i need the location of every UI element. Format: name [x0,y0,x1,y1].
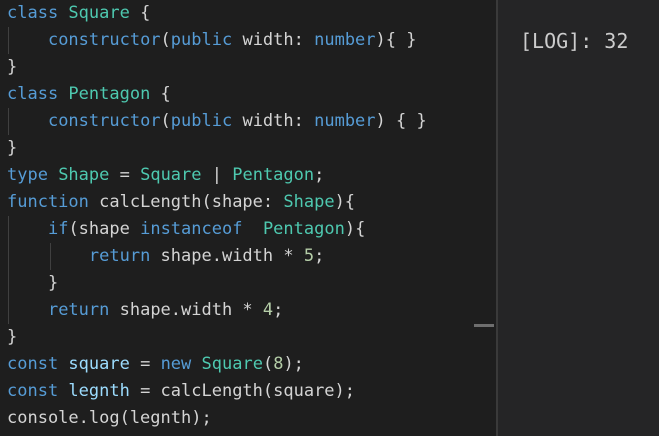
code-line[interactable]: constructor(public width: number){ } [7,27,427,54]
code-token: function [7,192,100,212]
code-token: number [314,30,376,50]
code-token: Shape [58,165,110,185]
code-lines[interactable]: class Square { constructor(public width:… [7,0,427,432]
code-token: instanceof [140,219,243,239]
code-token: legnth [68,381,130,401]
code-token: 8 [273,354,284,374]
code-token: { [129,3,151,23]
code-token: ){ [334,192,356,212]
code-line[interactable]: if(shape instanceof Pentagon){ [7,216,427,243]
code-line[interactable]: } [7,135,427,162]
code-token: } [7,138,18,158]
code-line[interactable]: return shape.width * 4; [7,297,427,324]
code-token: Square [201,354,263,374]
code-token: Pentagon [68,84,151,104]
code-token: ( [262,354,274,374]
code-token: number [314,111,376,131]
code-line[interactable]: } [7,270,427,297]
code-token: ( [160,30,171,50]
code-token: Square [140,165,202,185]
code-token: class [7,84,69,104]
code-token: Shape [283,192,335,212]
code-token: 4 [262,300,274,320]
code-token: constructor [47,30,161,50]
code-token: new [160,354,202,374]
code-line[interactable]: function calcLength(shape: Shape){ [7,189,427,216]
code-line[interactable]: constructor(public width: number) { } [7,108,427,135]
code-token: width: [232,30,315,50]
code-token: shape.width * [150,246,304,266]
code-token: shape.width * [109,300,263,320]
code-token: } [7,273,59,293]
code-token: Pentagon [232,165,315,185]
code-line[interactable]: } [7,54,427,81]
code-token: class [7,3,69,23]
code-token: (shape: [201,192,284,212]
code-token: | [201,165,233,185]
code-line[interactable]: class Pentagon { [7,81,427,108]
code-line[interactable]: class Square { [7,0,427,27]
code-token: public [170,30,233,50]
code-token: ; [314,246,325,266]
code-token: Pentagon [262,219,345,239]
code-token: = [129,354,161,374]
code-token: width: [232,111,315,131]
code-token: } [7,57,18,77]
code-editor[interactable]: class Square { constructor(public width:… [0,0,496,436]
code-token: if [47,219,69,239]
code-token: type [7,165,59,185]
code-line[interactable]: type Shape = Square | Pentagon; [7,162,427,189]
code-token: = calcLength(square); [129,381,356,401]
code-token: ) { } [375,111,427,131]
code-token: Square [68,3,130,23]
code-token: 5 [303,246,315,266]
code-token: ( [160,111,171,131]
code-token: return [47,300,110,320]
code-token: (shape [68,219,141,239]
code-token: = [109,165,141,185]
scrollbar-cursor-marker [474,324,494,327]
code-token: return [88,246,151,266]
code-line[interactable]: } [7,324,427,351]
code-token: const [7,354,69,374]
code-line[interactable]: const square = new Square(8); [7,351,427,378]
code-line[interactable]: const legnth = calcLength(square); [7,378,427,405]
code-token: calcLength [99,192,202,212]
code-token: ; [314,165,325,185]
code-token: ){ } [375,30,417,50]
code-token: { [150,84,171,104]
code-token: square [68,354,130,374]
code-token: public [170,111,233,131]
log-output-pane: [LOG]: 32 [498,0,659,436]
log-entry: [LOG]: 32 [520,29,629,53]
code-token: constructor [47,111,161,131]
code-line[interactable]: console.log(legnth); [7,405,427,432]
editor-scrollbar[interactable] [470,0,496,436]
code-token: console.log(legnth); [7,408,212,428]
code-token: ); [283,354,304,374]
code-line[interactable]: return shape.width * 5; [7,243,427,270]
code-token: ; [273,300,284,320]
code-token: ){ [344,219,366,239]
code-token: } [7,327,18,347]
code-token: const [7,381,69,401]
